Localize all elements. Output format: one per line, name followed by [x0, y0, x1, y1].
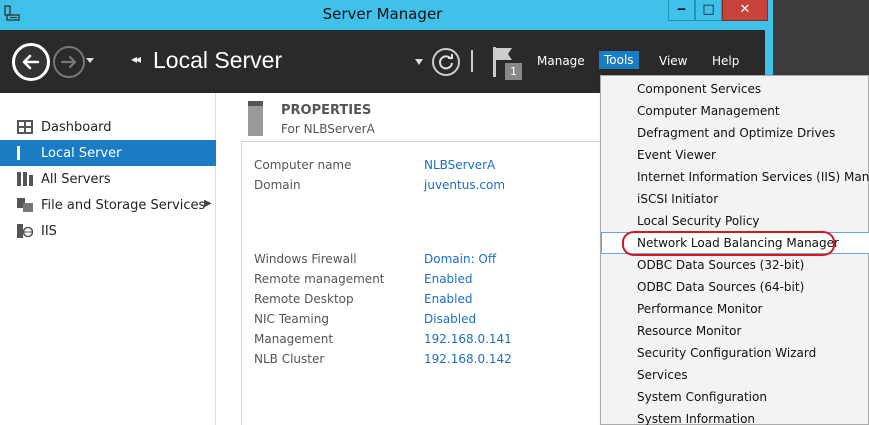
property-key: Domain — [254, 178, 301, 192]
iis-icon — [17, 224, 33, 238]
tools-menu-item[interactable]: ODBC Data Sources (64-bit) — [601, 276, 869, 298]
tools-menu-item[interactable]: ODBC Data Sources (32-bit) — [601, 254, 869, 276]
property-value-link[interactable]: 192.168.0.142 — [424, 352, 512, 366]
tools-menu-item-label: ODBC Data Sources (64-bit) — [637, 280, 805, 294]
sidebar-item-iis[interactable]: IIS — [0, 218, 216, 244]
tools-menu-item-label: iSCSI Initiator — [637, 192, 719, 206]
tools-menu-item[interactable]: System Information — [601, 408, 869, 425]
menu-help[interactable]: Help — [712, 54, 739, 68]
notification-count-badge: 1 — [505, 63, 522, 80]
tools-menu-item[interactable]: Services — [601, 364, 869, 386]
chevron-right-icon[interactable]: ▶ — [204, 198, 212, 209]
properties-subtitle: For NLBServerA — [281, 122, 375, 136]
title-bar[interactable]: Server Manager ‒ □ ✕ — [0, 0, 773, 30]
tools-menu-item-label: System Information — [637, 412, 756, 425]
servers-icon — [17, 172, 33, 186]
back-button[interactable] — [12, 43, 50, 81]
tools-menu-item[interactable]: Event Viewer — [601, 144, 869, 166]
properties-title: PROPERTIES — [281, 103, 372, 118]
property-key: Remote Desktop — [254, 292, 354, 306]
property-key: Management — [254, 332, 334, 346]
sidebar-item-dashboard[interactable]: Dashboard — [0, 114, 216, 140]
tools-menu-item-label: Local Security Policy — [637, 214, 760, 228]
header-separator — [471, 50, 473, 72]
tools-menu-item[interactable]: Computer Management — [601, 100, 869, 122]
tools-menu-item[interactable]: iSCSI Initiator — [601, 188, 869, 210]
server-properties-icon — [248, 101, 263, 136]
property-value-link[interactable]: 192.168.0.141 — [424, 332, 512, 346]
sidebar-item-label: Local Server — [41, 146, 122, 161]
minimize-button[interactable]: ‒ — [668, 0, 695, 21]
menu-view[interactable]: View — [659, 54, 687, 68]
forward-arrow-icon — [60, 55, 77, 69]
tools-menu-item[interactable]: Performance Monitor — [601, 298, 869, 320]
tools-menu-item[interactable]: Internet Information Services (IIS) Mana… — [601, 166, 869, 188]
tools-menu-item[interactable]: Security Configuration Wizard — [601, 342, 869, 364]
breadcrumb-dropdown-icon[interactable] — [414, 58, 424, 66]
property-value-link[interactable]: Enabled — [424, 292, 473, 306]
close-button[interactable]: ✕ — [722, 0, 768, 21]
tools-menu-item-label: Services — [637, 368, 688, 382]
property-value-link[interactable]: Enabled — [424, 272, 473, 286]
menu-tools[interactable]: Tools — [599, 51, 639, 69]
red-highlight-annotation — [622, 231, 835, 256]
tools-menu-item-label: Security Configuration Wizard — [637, 346, 817, 360]
page-title: Local Server — [153, 47, 283, 73]
sidebar-item-label: File and Storage Services — [41, 198, 206, 213]
storage-icon — [17, 198, 33, 212]
property-key: Windows Firewall — [254, 252, 357, 266]
tools-menu-item[interactable]: Local Security Policy — [601, 210, 869, 232]
tools-dropdown-menu: Component Services Computer Management D… — [600, 75, 869, 425]
tools-menu-item-label: System Configuration — [637, 390, 767, 404]
close-icon: ✕ — [739, 2, 751, 17]
breadcrumb-arrows-icon: ◂◂ — [131, 52, 141, 66]
sidebar-item-file-storage[interactable]: File and Storage Services ▶ — [0, 192, 216, 218]
tools-menu-item-label: Defragment and Optimize Drives — [637, 126, 836, 140]
refresh-button[interactable] — [432, 48, 460, 76]
minimize-icon: ‒ — [676, 2, 687, 17]
tools-menu-item-label: Component Services — [637, 82, 762, 96]
properties-box: Computer name NLBServerA Domain juventus… — [241, 141, 661, 425]
property-value-link[interactable]: NLBServerA — [424, 158, 495, 172]
history-dropdown-icon[interactable] — [84, 54, 96, 66]
tools-menu-item[interactable]: System Configuration — [601, 386, 869, 408]
sidebar-item-label: Dashboard — [41, 120, 112, 135]
tools-menu-item-label: Performance Monitor — [637, 302, 763, 316]
sidebar-item-label: IIS — [41, 224, 57, 239]
tools-menu-item-label: Computer Management — [637, 104, 780, 118]
dashboard-icon — [17, 120, 33, 134]
sidebar-item-label: All Servers — [41, 172, 111, 187]
property-key: Computer name — [254, 158, 352, 172]
sidebar-item-local-server[interactable]: Local Server — [0, 140, 216, 166]
property-value-link[interactable]: Domain: Off — [424, 252, 496, 266]
tools-menu-item-label: Event Viewer — [637, 148, 716, 162]
maximize-button[interactable]: □ — [695, 0, 722, 21]
menu-manage[interactable]: Manage — [537, 54, 585, 68]
forward-button[interactable] — [53, 46, 85, 78]
property-key: NLB Cluster — [254, 352, 325, 366]
window-title: Server Manager — [322, 5, 443, 23]
back-arrow-icon — [22, 54, 40, 70]
tools-menu-item[interactable]: Component Services — [601, 78, 869, 100]
tools-menu-item[interactable]: Resource Monitor — [601, 320, 869, 342]
sidebar-item-all-servers[interactable]: All Servers — [0, 166, 216, 192]
tools-menu-item-label: ODBC Data Sources (32-bit) — [637, 258, 805, 272]
server-icon — [17, 146, 20, 160]
tools-menu-item-label: Resource Monitor — [637, 324, 742, 338]
property-key: Remote management — [254, 272, 385, 286]
tools-menu-item-label: Internet Information Services (IIS) Mana… — [637, 170, 869, 184]
property-value-link[interactable]: juventus.com — [424, 178, 505, 192]
sidebar: Dashboard Local Server All Servers File … — [0, 93, 216, 425]
property-key: NIC Teaming — [254, 312, 329, 326]
refresh-icon — [439, 54, 453, 70]
maximize-icon: □ — [702, 2, 715, 17]
property-value-link[interactable]: Disabled — [424, 312, 476, 326]
tools-menu-item[interactable]: Defragment and Optimize Drives — [601, 122, 869, 144]
